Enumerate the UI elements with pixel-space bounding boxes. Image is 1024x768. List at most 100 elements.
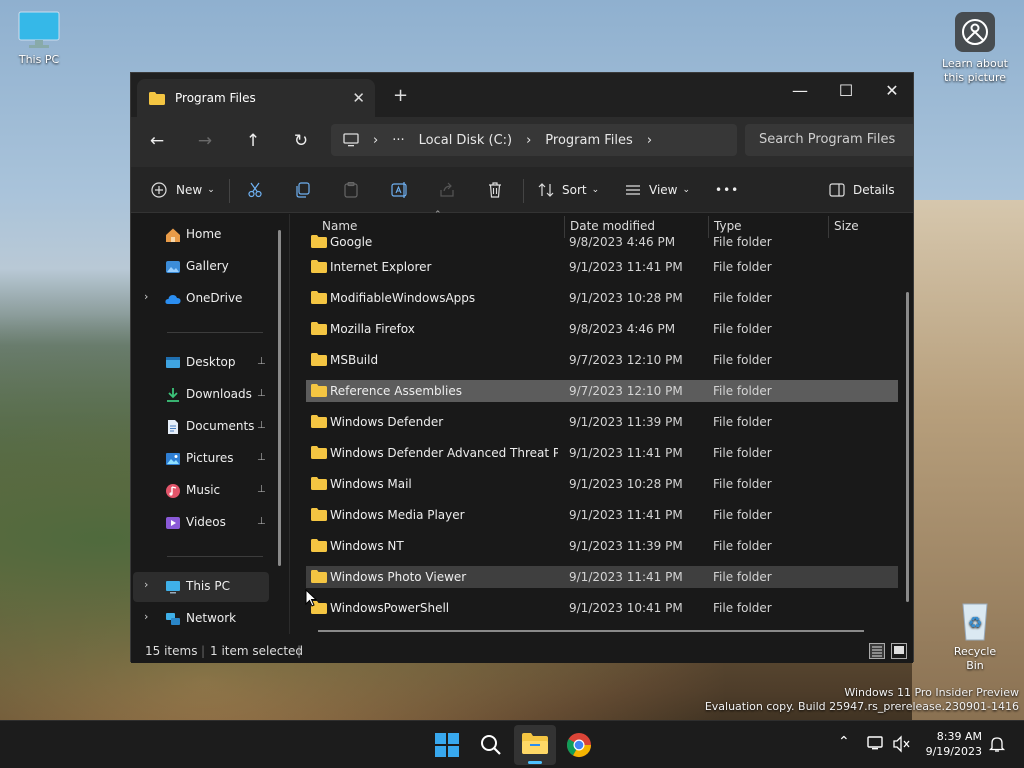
close-window-button[interactable]: ✕ (869, 77, 915, 105)
nav-item-label: This PC (186, 579, 230, 593)
volume-muted-icon[interactable] (892, 735, 912, 753)
cloud-icon (165, 295, 181, 304)
navigation-pane: Home Gallery › OneDrive Desktop ⊥ Downlo… (131, 214, 289, 634)
file-date: 9/1/2023 10:28 PM (569, 291, 683, 305)
chevron-up-icon[interactable]: ⌃ (838, 734, 850, 750)
nav-item-gallery[interactable]: Gallery (133, 252, 269, 282)
table-row[interactable]: Windows Mail 9/1/2023 10:28 PM File folder (306, 473, 898, 495)
chevron-right-icon[interactable]: › (647, 133, 652, 148)
item-count: 15 items (145, 644, 198, 658)
chevron-right-icon[interactable]: › (144, 290, 148, 303)
breadcrumb-overflow[interactable]: ··· (392, 133, 404, 148)
chevron-right-icon[interactable]: › (373, 133, 378, 148)
windows-start-icon[interactable] (430, 729, 464, 761)
nav-item-network[interactable]: › Network (133, 604, 269, 634)
notification-bell-icon[interactable] (988, 735, 1006, 753)
chevron-right-icon[interactable]: › (144, 578, 148, 591)
sort-button[interactable]: Sort ⌄ (538, 175, 599, 205)
minimize-button[interactable]: — (777, 77, 823, 105)
nav-item-documents[interactable]: Documents ⊥ (133, 412, 269, 442)
new-tab-button[interactable]: + (393, 85, 408, 106)
file-name: ModifiableWindowsApps (330, 291, 476, 305)
horizontal-scrollbar[interactable] (318, 630, 864, 632)
table-row[interactable]: Mozilla Firefox 9/8/2023 4:46 PM File fold… (306, 318, 898, 340)
table-row[interactable]: Windows Media Player 9/1/2023 11:41 PM Fil… (306, 504, 898, 526)
tab-program-files[interactable]: Program Files ✕ (137, 79, 375, 117)
cut-button[interactable] (247, 175, 263, 205)
file-date: 9/1/2023 10:28 PM (569, 477, 683, 491)
desktop-icon-recycle-bin[interactable]: ♻ Recycle Bin (944, 598, 1006, 673)
network-icon (166, 613, 180, 625)
vertical-scrollbar[interactable] (906, 292, 909, 602)
pin-icon: ⊥ (257, 420, 266, 431)
nav-item-pictures[interactable]: Pictures ⊥ (133, 444, 269, 474)
table-row[interactable]: Reference Assemblies 9/7/2023 12:10 PM Fil… (306, 380, 898, 402)
table-row[interactable]: ModifiableWindowsApps 9/1/2023 10:28 PM Fi… (306, 287, 898, 309)
forward-button[interactable]: → (189, 127, 221, 155)
table-row[interactable]: WindowsPowerShell 9/1/2023 10:41 PM File f… (306, 597, 898, 619)
view-button[interactable]: View ⌄ (625, 175, 690, 205)
search-icon[interactable] (474, 729, 508, 761)
nav-item-label: Documents (186, 419, 255, 433)
svg-text:♻: ♻ (968, 613, 982, 632)
chevron-right-icon[interactable]: › (526, 133, 531, 148)
chrome-icon[interactable] (562, 729, 596, 761)
see-more-button[interactable]: ••• (715, 175, 739, 205)
desktop-icon-learn-about-picture[interactable]: Learn about this picture (938, 10, 1012, 85)
close-tab-icon[interactable]: ✕ (352, 89, 365, 107)
breadcrumb-program-files[interactable]: Program Files (545, 133, 633, 148)
nav-item-desktop[interactable]: Desktop ⊥ (133, 348, 269, 378)
rename-button[interactable] (391, 175, 409, 205)
view-list-icon (626, 185, 640, 195)
nav-scrollbar[interactable] (278, 230, 281, 566)
details-button[interactable]: Details (829, 175, 895, 205)
refresh-button[interactable]: ↻ (285, 127, 317, 155)
desktop-icon-this-pc[interactable]: This PC (12, 10, 66, 67)
file-explorer-window: Program Files ✕ + — ☐ ✕ ← → ↑ ↻ › ··· Lo… (130, 72, 915, 663)
file-date: 9/1/2023 11:41 PM (569, 570, 683, 584)
view-label: View (649, 183, 678, 197)
nav-item-music[interactable]: Music ⊥ (133, 476, 269, 506)
system-clock[interactable]: 8:39 AM 9/19/2023 (920, 729, 982, 759)
document-icon (168, 420, 178, 434)
table-row[interactable]: Windows Defender Advanced Threat Pro... 9… (306, 442, 898, 464)
address-bar-row: ← → ↑ ↻ › ··· Local Disk (C:) › Program … (131, 117, 913, 167)
details-view-icon[interactable] (869, 643, 885, 659)
copy-icon (296, 182, 310, 198)
up-button[interactable]: ↑ (237, 127, 269, 155)
table-row[interactable]: Windows Photo Viewer 9/1/2023 11:41 PM Fil… (306, 566, 898, 588)
nav-item-downloads[interactable]: Downloads ⊥ (133, 380, 269, 410)
table-row[interactable]: Windows Defender 9/1/2023 11:39 PM File fo… (306, 411, 898, 433)
file-explorer-taskbar-button[interactable] (514, 725, 556, 765)
file-date: 9/8/2023 4:46 PM (569, 235, 676, 249)
paste-button[interactable] (343, 175, 359, 205)
nav-item-videos[interactable]: Videos ⊥ (133, 508, 269, 538)
table-row[interactable]: Google 9/8/2023 4:46 PM File folder (306, 231, 898, 253)
status-bar: 15 items | 1 item selected | (131, 637, 913, 663)
new-button[interactable]: New ⌄ (151, 175, 215, 205)
nav-item-onedrive[interactable]: › OneDrive (133, 284, 269, 314)
table-row[interactable]: Windows NT 9/1/2023 11:39 PM File folder (306, 535, 898, 557)
tiles-view-icon[interactable] (891, 643, 907, 659)
back-button[interactable]: ← (141, 127, 173, 155)
breadcrumb[interactable]: › ··· Local Disk (C:) › Program Files › (331, 124, 737, 156)
chevron-right-icon[interactable]: › (144, 610, 148, 623)
share-button[interactable] (439, 175, 455, 205)
nav-item-label: Videos (186, 515, 226, 529)
copy-button[interactable] (295, 175, 311, 205)
network-icon[interactable] (866, 735, 886, 753)
nav-item-this-pc[interactable]: › This PC (133, 572, 269, 602)
paste-icon (344, 182, 358, 198)
search-input[interactable]: Search Program Files (745, 124, 913, 156)
table-row[interactable]: MSBuild 9/7/2023 12:10 PM File folder (306, 349, 898, 371)
breadcrumb-local-disk[interactable]: Local Disk (C:) (419, 133, 512, 148)
desktop-icon-label: This PC (18, 53, 60, 66)
table-row[interactable]: Internet Explorer 9/1/2023 11:41 PM File f… (306, 256, 898, 278)
nav-item-home[interactable]: Home (133, 220, 269, 250)
monitor-icon (343, 133, 359, 147)
watermark-line: Windows 11 Pro Insider Preview (844, 686, 1019, 699)
download-icon (167, 388, 179, 402)
maximize-button[interactable]: ☐ (823, 77, 869, 105)
delete-button[interactable] (487, 175, 503, 205)
divider (523, 179, 524, 203)
